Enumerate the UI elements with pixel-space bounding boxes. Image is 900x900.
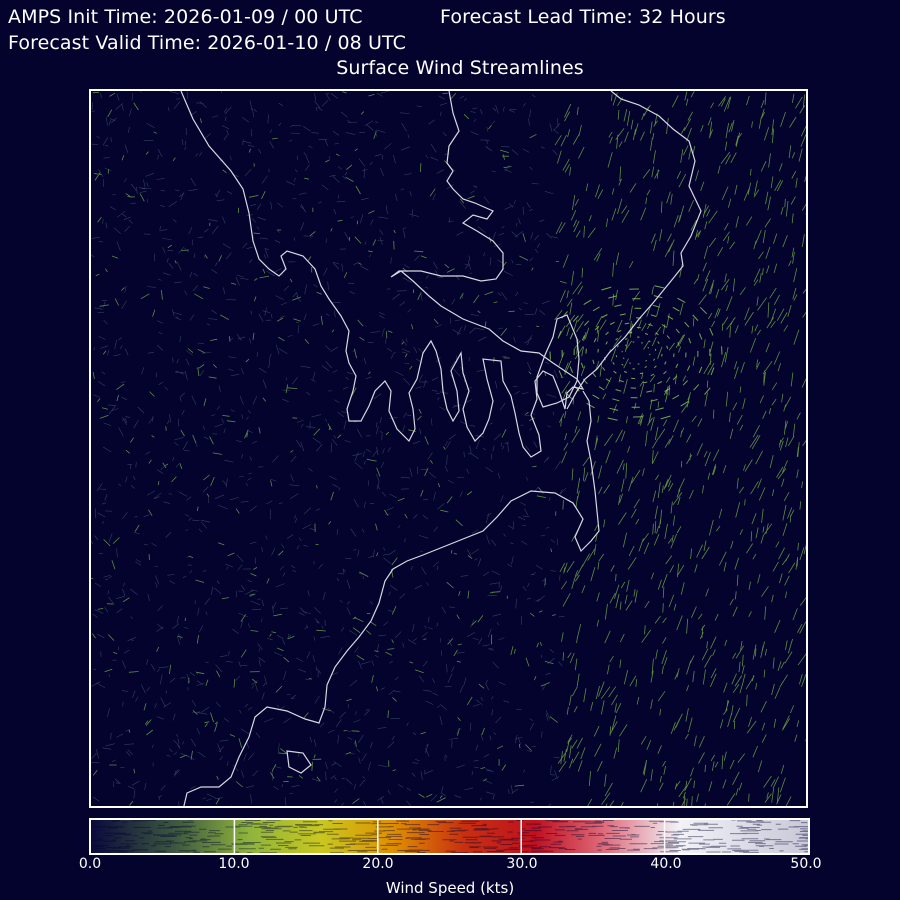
coastline <box>180 91 702 806</box>
streamline-weak <box>91 91 567 806</box>
wind-streamlines <box>91 91 806 806</box>
streamline-strong <box>91 91 806 806</box>
coastline-north <box>390 91 585 458</box>
colorbar-streaks <box>91 820 808 853</box>
valid-time-label: Forecast Valid Time: 2026-01-10 / 08 UTC <box>8 32 406 54</box>
colorbar-tick: 50.0 <box>790 856 822 872</box>
colorbar-tick: 40.0 <box>650 856 682 872</box>
colorbar-label: Wind Speed (kts) <box>385 879 515 897</box>
streamline-vortex <box>549 285 723 421</box>
map-canvas <box>91 91 806 806</box>
coastline-west <box>180 91 418 443</box>
map-title: Surface Wind Streamlines <box>336 57 584 79</box>
init-time-label: AMPS Init Time: 2026-01-09 / 00 UTC <box>8 6 363 28</box>
colorbar-tick: 20.0 <box>362 856 394 872</box>
island-peninsula <box>536 314 580 408</box>
colorbar-tick: 10.0 <box>218 856 250 872</box>
lead-time-label: Forecast Lead Time: 32 Hours <box>440 6 726 28</box>
wind-streamline-map <box>89 89 808 808</box>
colorbar-tick: 0.0 <box>78 856 102 872</box>
wind-speed-colorbar <box>89 818 810 855</box>
coastline-east <box>566 91 702 410</box>
colorbar-tick: 30.0 <box>506 856 538 872</box>
